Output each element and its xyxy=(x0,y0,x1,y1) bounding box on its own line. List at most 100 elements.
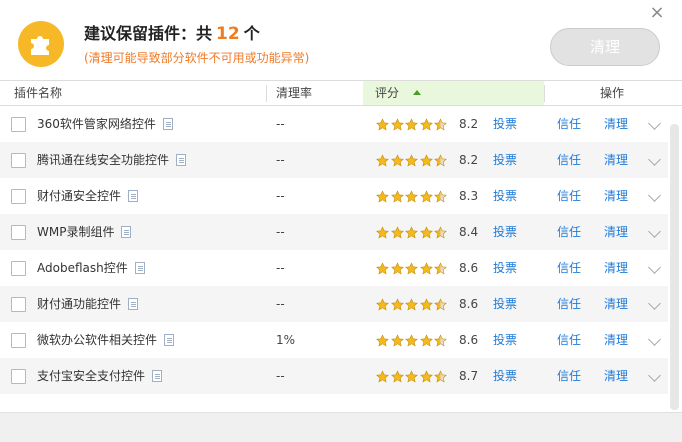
vertical-scrollbar[interactable] xyxy=(670,124,679,410)
clean-link[interactable]: 清理 xyxy=(604,142,628,178)
column-divider xyxy=(266,85,267,102)
row-checkbox[interactable] xyxy=(11,189,26,204)
details-icon[interactable] xyxy=(128,298,139,310)
row-checkbox[interactable] xyxy=(11,369,26,384)
score-value: 8.2 xyxy=(459,117,479,131)
score-value: 8.3 xyxy=(459,189,479,203)
table-row[interactable]: 财付通功能控件 -- 8.6 投票 信任 清理 xyxy=(0,286,668,322)
vote-link[interactable]: 投票 xyxy=(493,142,517,178)
trust-link[interactable]: 信任 xyxy=(557,178,581,214)
plugin-name-label: 微软办公软件相关控件 xyxy=(37,333,158,347)
table-row[interactable]: 360软件管家网络控件 -- 8.2 投票 信任 清理 xyxy=(0,106,668,142)
trust-link[interactable]: 信任 xyxy=(557,106,581,142)
details-icon[interactable] xyxy=(176,154,187,166)
chevron-down-icon[interactable] xyxy=(648,369,661,382)
close-icon[interactable]: × xyxy=(648,4,666,22)
trust-link[interactable]: 信任 xyxy=(557,286,581,322)
chevron-down-icon[interactable] xyxy=(648,117,661,130)
vote-link[interactable]: 投票 xyxy=(493,106,517,142)
row-checkbox[interactable] xyxy=(11,225,26,240)
clean-rate: -- xyxy=(276,153,285,167)
chevron-down-icon[interactable] xyxy=(648,153,661,166)
clean-rate: -- xyxy=(276,297,285,311)
star-icon xyxy=(390,154,404,167)
star-icon xyxy=(405,190,418,203)
star-icon xyxy=(376,226,389,239)
details-icon[interactable] xyxy=(121,226,132,238)
chevron-down-icon[interactable] xyxy=(648,333,661,346)
star-icon xyxy=(434,190,447,203)
clean-link[interactable]: 清理 xyxy=(604,250,628,286)
table-row[interactable]: WMP录制组件 -- 8.4 投票 信任 清理 xyxy=(0,214,668,250)
trust-link[interactable]: 信任 xyxy=(557,322,581,358)
chevron-down-icon[interactable] xyxy=(648,297,661,310)
trust-link[interactable]: 信任 xyxy=(557,142,581,178)
star-icon xyxy=(405,226,418,239)
clean-link[interactable]: 清理 xyxy=(604,106,628,142)
clean-link[interactable]: 清理 xyxy=(604,322,628,358)
star-icon xyxy=(390,226,404,239)
table-row[interactable]: 支付宝安全支付控件 -- 8.7 投票 信任 清理 xyxy=(0,358,668,394)
vote-link[interactable]: 投票 xyxy=(493,214,517,250)
column-header-score[interactable]: 评分 xyxy=(363,81,544,105)
details-icon[interactable] xyxy=(134,262,145,274)
star-icon xyxy=(376,262,389,275)
clean-link[interactable]: 清理 xyxy=(604,214,628,250)
plugin-name: Adobeflash控件 xyxy=(37,250,145,286)
clean-rate: -- xyxy=(276,261,285,275)
star-icon xyxy=(376,190,389,203)
details-icon[interactable] xyxy=(164,334,175,346)
vote-link[interactable]: 投票 xyxy=(493,358,517,394)
table-row[interactable]: 财付通安全控件 -- 8.3 投票 信任 清理 xyxy=(0,178,668,214)
clean-link[interactable]: 清理 xyxy=(604,286,628,322)
plugin-name: 财付通安全控件 xyxy=(37,178,139,214)
details-icon[interactable] xyxy=(152,370,163,382)
dialog-footer xyxy=(0,412,682,442)
table-row[interactable]: Adobeflash控件 -- 8.6 投票 信任 清理 xyxy=(0,250,668,286)
column-header-rate[interactable]: 清理率 xyxy=(276,81,312,105)
row-checkbox[interactable] xyxy=(11,297,26,312)
star-icon xyxy=(434,370,447,383)
row-checkbox[interactable] xyxy=(11,333,26,348)
plugin-name-label: 腾讯通在线安全功能控件 xyxy=(37,153,170,167)
row-checkbox[interactable] xyxy=(11,117,26,132)
clean-rate: -- xyxy=(276,369,285,383)
star-icon xyxy=(405,298,418,311)
star-icon xyxy=(390,370,404,383)
chevron-down-icon[interactable] xyxy=(648,189,661,202)
score-value: 8.2 xyxy=(459,153,479,167)
details-icon[interactable] xyxy=(162,118,173,130)
vote-link[interactable]: 投票 xyxy=(493,322,517,358)
star-icon xyxy=(434,262,447,275)
trust-link[interactable]: 信任 xyxy=(557,250,581,286)
clean-rate: -- xyxy=(276,225,285,239)
table-row[interactable]: 微软办公软件相关控件 1% 8.6 投票 信任 清理 xyxy=(0,322,668,358)
warning-subtitle: (清理可能导致部分软件不可用或功能异常) xyxy=(84,51,310,65)
clean-rate: 1% xyxy=(276,333,296,347)
clean-link[interactable]: 清理 xyxy=(604,178,628,214)
clean-link[interactable]: 清理 xyxy=(604,358,628,394)
clean-all-button[interactable]: 清理 xyxy=(550,28,660,66)
star-icon xyxy=(434,118,447,131)
details-icon[interactable] xyxy=(128,190,139,202)
column-header-op: 操作 xyxy=(600,86,625,100)
chevron-down-icon[interactable] xyxy=(648,261,661,274)
title-suffix: 个 xyxy=(243,24,260,43)
vote-link[interactable]: 投票 xyxy=(493,250,517,286)
trust-link[interactable]: 信任 xyxy=(557,358,581,394)
row-checkbox[interactable] xyxy=(11,153,26,168)
trust-link[interactable]: 信任 xyxy=(557,214,581,250)
vote-link[interactable]: 投票 xyxy=(493,178,517,214)
star-icon xyxy=(405,262,418,275)
vote-link[interactable]: 投票 xyxy=(493,286,517,322)
sort-ascending-icon xyxy=(413,90,422,95)
star-icon xyxy=(405,154,418,167)
column-header-name[interactable]: 插件名称 xyxy=(14,81,62,105)
star-icon xyxy=(405,334,418,347)
chevron-down-icon[interactable] xyxy=(648,225,661,238)
plugin-name: 支付宝安全支付控件 xyxy=(37,358,163,394)
star-icon xyxy=(419,262,433,275)
plugin-name: WMP录制组件 xyxy=(37,214,132,250)
row-checkbox[interactable] xyxy=(11,261,26,276)
table-row[interactable]: 腾讯通在线安全功能控件 -- 8.2 投票 信任 清理 xyxy=(0,142,668,178)
